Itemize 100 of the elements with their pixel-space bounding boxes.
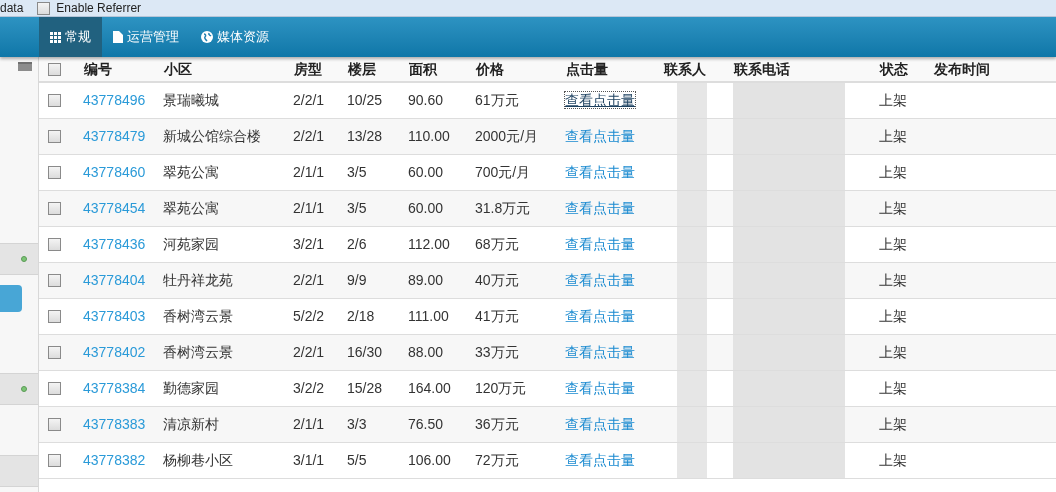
- table-cell: 上架: [879, 452, 907, 468]
- table-cell: 2/18: [347, 308, 375, 324]
- column-header: 价格: [476, 60, 504, 77]
- clicks-link[interactable]: 查看点击量: [565, 452, 635, 468]
- table-cell: 2/1/1: [293, 416, 325, 432]
- table-cell: 700元/月: [475, 164, 531, 180]
- table-cell: 3/5: [347, 200, 367, 216]
- sidebar-item[interactable]: [0, 243, 38, 275]
- table-cell: 40万元: [475, 272, 519, 288]
- checkbox[interactable]: [48, 238, 61, 251]
- nav-tab[interactable]: 运营管理: [102, 17, 190, 57]
- checkbox[interactable]: [48, 346, 61, 359]
- listing-id-link[interactable]: 43778454: [83, 200, 146, 216]
- column-header: 联系人: [664, 60, 706, 77]
- table-cell: 5/2/2: [293, 308, 325, 324]
- column-header: 联系电话: [734, 60, 790, 77]
- table-cell: 上架: [879, 128, 907, 144]
- table-cell: 牡丹祥龙苑: [163, 272, 233, 288]
- table-cell: 3/5: [347, 164, 367, 180]
- table-cell: 10/25: [347, 92, 383, 108]
- table-cell: 15/28: [347, 380, 383, 396]
- checkbox[interactable]: [48, 310, 61, 323]
- listing-id-link[interactable]: 43778383: [83, 416, 146, 432]
- table-cell: 120万元: [475, 380, 527, 396]
- clicks-link[interactable]: 查看点击量: [565, 128, 635, 144]
- table-cell: 111.00: [408, 308, 449, 324]
- table-cell: 88.00: [408, 344, 444, 360]
- table-cell: 河苑家园: [163, 236, 219, 252]
- table-cell: 41万元: [475, 308, 519, 324]
- table-cell: 9/9: [347, 272, 367, 288]
- listing-id-link[interactable]: 43778382: [83, 452, 146, 468]
- toolbar-label: data: [0, 2, 24, 14]
- checkbox[interactable]: [48, 274, 61, 287]
- checkbox[interactable]: [48, 382, 61, 395]
- table-cell: 上架: [879, 272, 907, 288]
- table-cell: 164.00: [408, 380, 451, 396]
- listing-id-link[interactable]: 43778384: [83, 380, 146, 396]
- checkbox[interactable]: [48, 94, 61, 107]
- column-header: 小区: [164, 60, 192, 77]
- table-cell: 上架: [879, 164, 907, 180]
- table-cell: 2/2/1: [293, 92, 325, 108]
- globe-icon: [201, 31, 213, 43]
- checkbox[interactable]: [48, 202, 61, 215]
- table-cell: 31.8万元: [475, 200, 531, 216]
- table-cell: 翠苑公寓: [163, 164, 219, 180]
- table-cell: 16/30: [347, 344, 383, 360]
- nav-tab[interactable]: 常规: [39, 17, 102, 57]
- checkbox[interactable]: [48, 130, 61, 143]
- checkbox[interactable]: [48, 454, 61, 467]
- column-header: 状态: [880, 60, 908, 77]
- grid-icon: [50, 31, 61, 43]
- table-cell: 杨柳巷小区: [163, 452, 233, 468]
- checkbox[interactable]: [48, 62, 61, 76]
- table-cell: 2/2/1: [293, 344, 325, 360]
- clicks-link[interactable]: 查看点击量: [565, 416, 635, 432]
- table-cell: 2/6: [347, 236, 367, 252]
- clicks-link[interactable]: 查看点击量: [565, 308, 635, 324]
- clicks-link[interactable]: 查看点击量: [565, 380, 635, 396]
- column-header: 面积: [409, 60, 437, 77]
- checkbox-label: Enable Referrer: [56, 2, 142, 14]
- table-cell: 上架: [879, 344, 907, 360]
- table-cell: 89.00: [408, 272, 444, 288]
- table-cell: 翠苑公寓: [163, 200, 219, 216]
- checkbox[interactable]: [48, 166, 61, 179]
- table-cell: 3/2/2: [293, 380, 325, 396]
- table-cell: 61万元: [475, 92, 519, 108]
- table-cell: 5/5: [347, 452, 367, 468]
- table-cell: 2/2/1: [293, 272, 325, 288]
- table-cell: 36万元: [475, 416, 519, 432]
- table-cell: 13/28: [347, 128, 383, 144]
- listing-id-link[interactable]: 43778402: [83, 344, 146, 360]
- table-cell: 2/1/1: [293, 200, 325, 216]
- checkbox[interactable]: [37, 1, 51, 15]
- nav-tab[interactable]: 媒体资源: [190, 17, 280, 57]
- clicks-link[interactable]: 查看点击量: [565, 200, 635, 216]
- clicks-link[interactable]: 查看点击量: [565, 236, 635, 252]
- listing-id-link[interactable]: 43778404: [83, 272, 146, 288]
- table-cell: 60.00: [408, 200, 444, 216]
- clicks-link[interactable]: 查看点击量: [565, 344, 635, 360]
- table-cell: 上架: [879, 416, 907, 432]
- table-cell: 香树湾云景: [163, 344, 233, 360]
- listing-id-link[interactable]: 43778460: [83, 164, 146, 180]
- checkbox[interactable]: [48, 418, 61, 431]
- clicks-link[interactable]: 查看点击量: [565, 92, 635, 108]
- table-cell: 上架: [879, 200, 907, 216]
- sidebar-item[interactable]: [0, 373, 38, 405]
- table-cell: 2/1/1: [293, 164, 325, 180]
- listing-id-link[interactable]: 43778479: [83, 128, 146, 144]
- listing-id-link[interactable]: 43778496: [83, 92, 146, 108]
- listing-id-link[interactable]: 43778403: [83, 308, 146, 324]
- column-header: 楼层: [348, 60, 376, 77]
- table-cell: 上架: [879, 308, 907, 324]
- clicks-link[interactable]: 查看点击量: [565, 164, 635, 180]
- listing-id-link[interactable]: 43778436: [83, 236, 146, 252]
- table-cell: 清凉新村: [163, 416, 219, 432]
- column-header: 点击量: [566, 60, 608, 77]
- clicks-link[interactable]: 查看点击量: [565, 272, 635, 288]
- table-cell: 2000元/月: [475, 128, 539, 144]
- column-header: 房型: [294, 60, 322, 77]
- table-cell: 3/2/1: [293, 236, 325, 252]
